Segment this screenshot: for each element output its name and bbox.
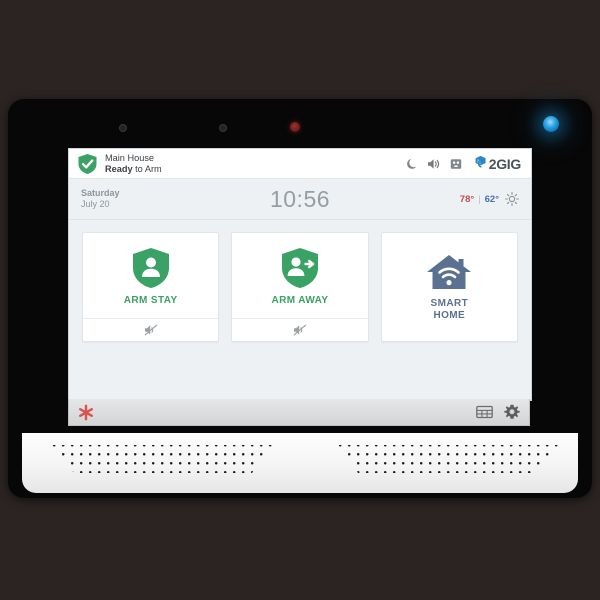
speaker-mute-icon[interactable] (144, 324, 158, 336)
arm-state-bold: Ready (105, 163, 133, 174)
security-panel-device: Main House Ready to Arm 2GIG Saturday Ju… (8, 99, 592, 498)
shield-person-icon (131, 247, 171, 289)
bottom-toolbar (68, 399, 530, 426)
tile-smart-home-body: SMART HOME (382, 233, 517, 341)
status-icon-group: 2GIG (406, 155, 521, 173)
weather-block[interactable]: 78° | 62° (419, 192, 519, 206)
month-day: July 20 (81, 199, 110, 209)
temperature-separator: | (478, 193, 481, 205)
tile-arm-away[interactable]: ARM AWAY (231, 232, 369, 342)
tile-grid: ARM STAY ARM AWAY SMART HOME (69, 220, 531, 354)
shield-person-arrow-icon (280, 247, 320, 289)
site-name: Main House (105, 153, 155, 164)
tile-arm-stay[interactable]: ARM STAY (82, 232, 220, 342)
arm-state-rest: to Arm (132, 163, 162, 174)
brand-logo-2gig: 2GIG (474, 155, 521, 173)
status-bar: Main House Ready to Arm 2GIG (69, 149, 531, 179)
moon-icon[interactable] (406, 158, 418, 170)
camera-led-red-icon (290, 122, 300, 132)
tile-arm-stay-label: ARM STAY (123, 295, 178, 307)
tile-smart-home-label: SMART HOME (431, 298, 469, 323)
toolbar-right-group (476, 404, 520, 420)
arm-state: Ready to Arm (105, 164, 407, 174)
tile-smart-home-label-line2: HOME (433, 310, 466, 321)
date-block: Saturday July 20 (81, 188, 181, 210)
tile-arm-stay-body: ARM STAY (83, 233, 218, 318)
site-status-text: Main House Ready to Arm (105, 153, 407, 174)
tile-arm-stay-footer[interactable] (83, 318, 219, 341)
speaker-mute-icon[interactable] (293, 324, 307, 336)
day-of-week: Saturday (81, 188, 120, 199)
clock-display: 10:56 (269, 185, 331, 212)
sensor-dot-left-icon (120, 125, 126, 131)
sensor-dot-mid-icon (220, 125, 226, 131)
tile-arm-away-body: ARM AWAY (232, 233, 367, 318)
tile-arm-away-footer[interactable] (232, 318, 368, 341)
house-wifi-icon (425, 252, 473, 292)
speaker-icon[interactable] (427, 158, 441, 170)
panel-icon[interactable] (450, 158, 462, 170)
speaker-base (22, 433, 578, 493)
lcd-screen: Main House Ready to Arm 2GIG Saturday Ju… (68, 148, 532, 401)
tile-smart-home-label-line1: SMART (430, 297, 469, 309)
temperature-low: 62° (484, 193, 499, 205)
sun-icon (505, 192, 519, 206)
screenshot-root: Main House Ready to Arm 2GIG Saturday Ju… (0, 0, 600, 600)
speaker-grille-left (52, 443, 272, 479)
2gig-logo-mark-icon (474, 155, 487, 173)
date-time-row: Saturday July 20 10:56 78° | 62° (69, 179, 531, 220)
settings-gear-icon[interactable] (504, 404, 520, 420)
temperature-high: 78° (459, 193, 475, 205)
speaker-grille-right (338, 443, 558, 479)
shield-check-icon (77, 153, 98, 175)
status-led-blue-icon (543, 116, 559, 132)
brand-logo-text: 2GIG (488, 155, 522, 172)
tile-smart-home[interactable]: SMART HOME (380, 232, 518, 342)
tile-arm-away-label: ARM AWAY (271, 295, 329, 307)
keypad-icon[interactable] (476, 405, 493, 419)
emergency-asterisk-icon[interactable] (78, 404, 94, 421)
